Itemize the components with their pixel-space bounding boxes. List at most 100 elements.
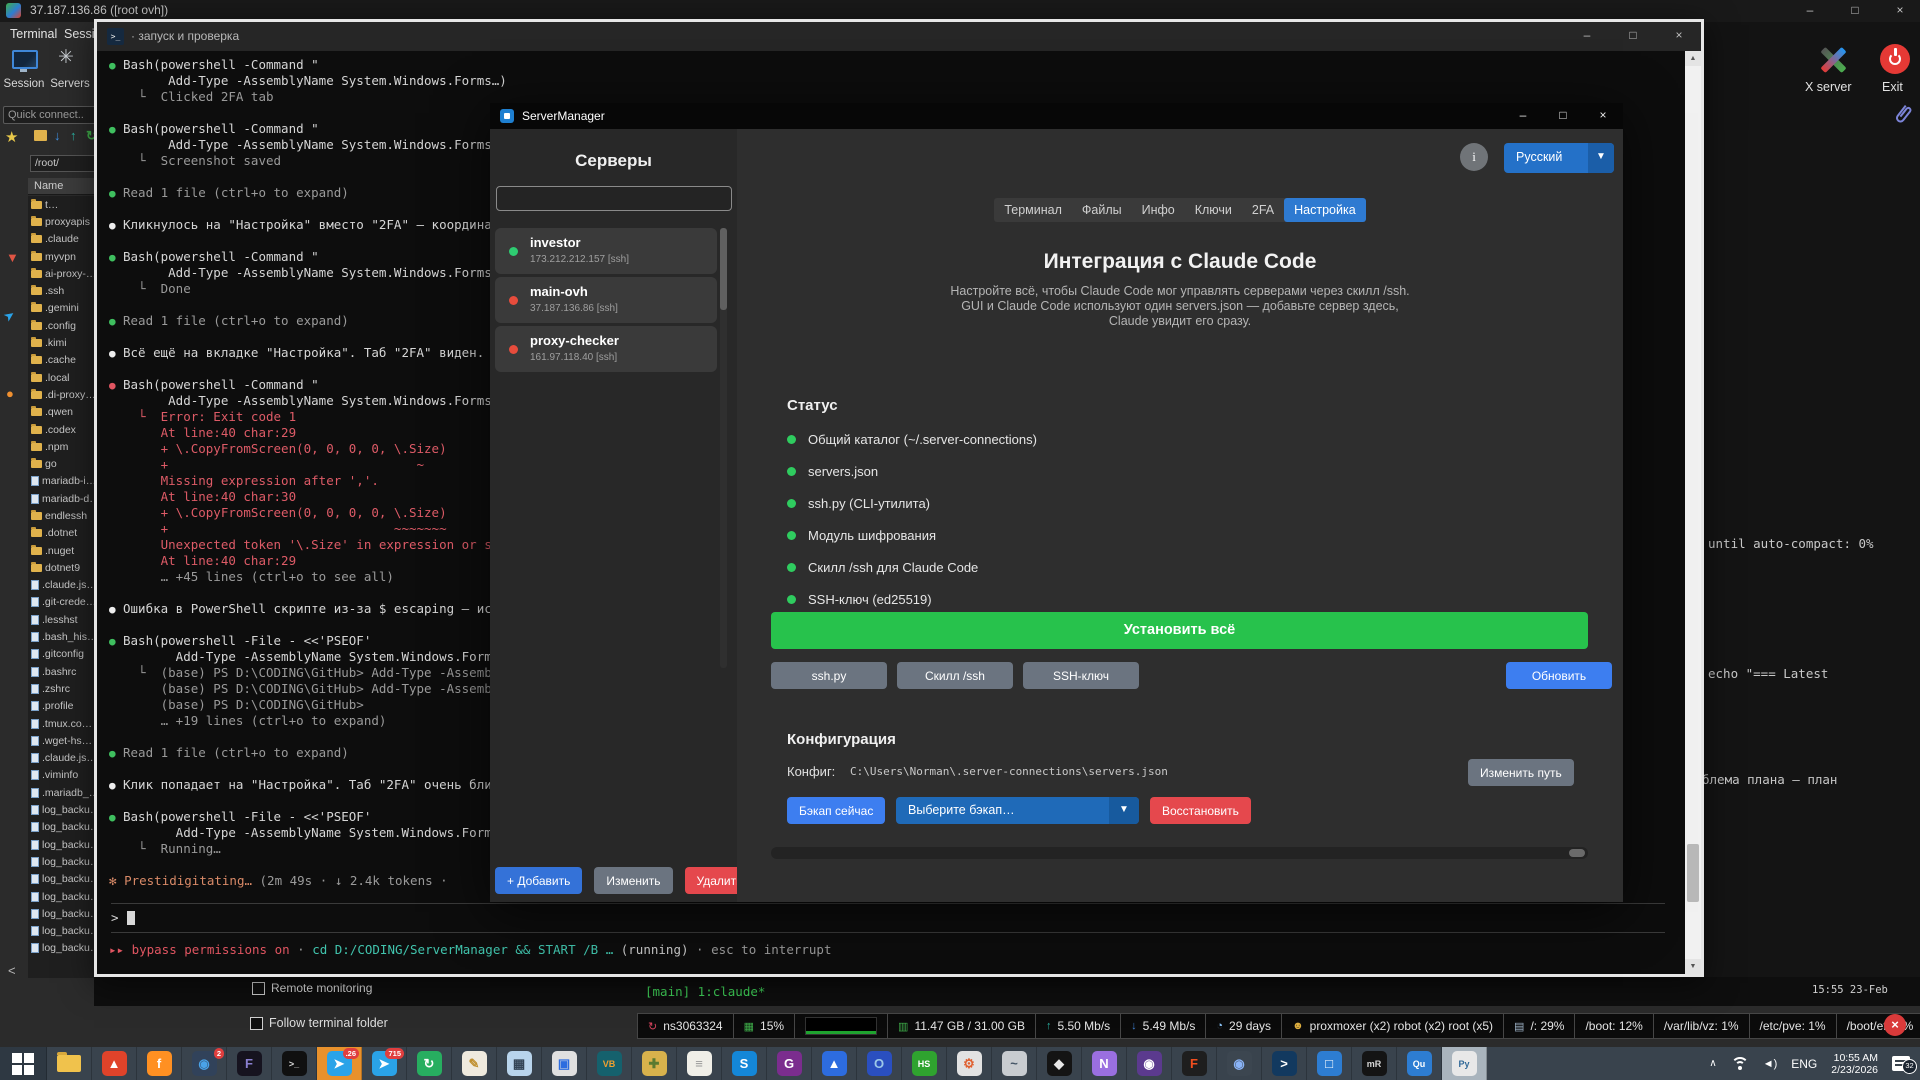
- info-icon[interactable]: i: [1460, 143, 1488, 171]
- tree-item[interactable]: mariadb-i…: [28, 473, 96, 490]
- sidebar-collapse-arrow[interactable]: <: [8, 963, 16, 978]
- taskbar-chromium[interactable]: ◉: [1217, 1047, 1262, 1080]
- tab-2fa[interactable]: 2FA: [1242, 198, 1284, 222]
- telegram-plane-icon[interactable]: ➤: [0, 306, 18, 325]
- taskbar-purple-g-app[interactable]: G: [767, 1047, 812, 1080]
- tree-item[interactable]: t…: [28, 196, 96, 213]
- tree-item[interactable]: .gitconfig: [28, 646, 96, 663]
- scroll-up-icon[interactable]: ▲: [1685, 51, 1701, 66]
- tree-item[interactable]: .gemini: [28, 300, 96, 317]
- backup-now-button[interactable]: Бэкап сейчас: [787, 797, 885, 824]
- wifi-icon[interactable]: [1731, 1057, 1749, 1070]
- tree-item[interactable]: log_backu…: [28, 819, 96, 836]
- tree-item[interactable]: .bashrc: [28, 663, 96, 680]
- taskbar-quick-utmo[interactable]: Qu: [1397, 1047, 1442, 1080]
- taskbar-mobaxterm[interactable]: mR: [1352, 1047, 1397, 1080]
- taskbar-photos[interactable]: ▲: [812, 1047, 857, 1080]
- taskbar-3d-tool[interactable]: ✚: [632, 1047, 677, 1080]
- tree-item[interactable]: endlessh: [28, 507, 96, 524]
- volume-icon[interactable]: ◄): [1763, 1058, 1778, 1070]
- tree-item[interactable]: go: [28, 455, 96, 472]
- taskbar-powershell[interactable]: >: [1262, 1047, 1307, 1080]
- taskbar-github[interactable]: ◉: [1127, 1047, 1172, 1080]
- taskbar-brave[interactable]: ▲: [92, 1047, 137, 1080]
- tree-column-header[interactable]: Name: [28, 178, 96, 195]
- tree-item[interactable]: .lesshst: [28, 611, 96, 628]
- x-server-button[interactable]: X server: [1805, 80, 1852, 94]
- server-card[interactable]: main-ovh37.187.136.86 [ssh]: [495, 277, 717, 323]
- taskbar-clock[interactable]: 10:55 AM2/23/2026: [1831, 1052, 1878, 1076]
- servers-icon[interactable]: ✳: [58, 46, 74, 69]
- tree-item[interactable]: .codex: [28, 421, 96, 438]
- tree-item[interactable]: .npm: [28, 438, 96, 455]
- taskbar-telegram[interactable]: ➤715: [362, 1047, 407, 1080]
- tree-item[interactable]: .claude: [28, 231, 96, 248]
- refresh-button[interactable]: Обновить: [1506, 662, 1612, 689]
- taskbar-hs-app[interactable]: HS: [902, 1047, 947, 1080]
- servers-button[interactable]: Servers: [48, 78, 92, 90]
- quick-connect-input[interactable]: Quick connect..: [3, 106, 96, 124]
- upload-icon[interactable]: ↑: [70, 128, 77, 143]
- taskbar-cube-app[interactable]: ◆: [1037, 1047, 1082, 1080]
- menu-terminal[interactable]: Terminal: [10, 27, 57, 41]
- path-input[interactable]: /root/: [30, 155, 96, 172]
- restore-button[interactable]: Восстановить: [1150, 797, 1251, 824]
- taskbar-fnky-game[interactable]: F: [227, 1047, 272, 1080]
- terminal-scrollbar[interactable]: ▲ ▼: [1685, 51, 1701, 974]
- tree-item[interactable]: log_backu…: [28, 836, 96, 853]
- favorites-star-icon[interactable]: ★: [5, 128, 18, 146]
- session-icon[interactable]: [12, 50, 38, 69]
- tree-item[interactable]: log_backu…: [28, 888, 96, 905]
- tab-инфо[interactable]: Инфо: [1132, 198, 1185, 222]
- close-button[interactable]: ×: [1880, 0, 1920, 22]
- server-card[interactable]: investor173.212.212.157 [ssh]: [495, 228, 717, 274]
- terminal-tab-title[interactable]: · запуск и проверка: [131, 29, 239, 43]
- menu-sessions[interactable]: Sessions: [64, 27, 96, 41]
- taskbar-python[interactable]: Py: [1442, 1047, 1487, 1080]
- taskbar-telegram-alert[interactable]: ➤.26: [317, 1047, 362, 1080]
- server-search-input[interactable]: [496, 186, 732, 211]
- taskbar-blue-frame-app[interactable]: ▣: [542, 1047, 587, 1080]
- taskbar-settings-app[interactable]: ⚙: [947, 1047, 992, 1080]
- taskbar-start[interactable]: [0, 1047, 47, 1080]
- tool-button[interactable]: Скилл /ssh: [897, 662, 1013, 689]
- terminal-maximize-button[interactable]: □: [1611, 22, 1655, 51]
- sm-maximize-button[interactable]: □: [1543, 103, 1583, 129]
- tree-item[interactable]: ai-proxy-…: [28, 265, 96, 282]
- tree-item[interactable]: .zshrc: [28, 680, 96, 697]
- tree-item[interactable]: mariadb-d…: [28, 490, 96, 507]
- server-card[interactable]: proxy-checker161.97.118.40 [ssh]: [495, 326, 717, 372]
- tray-expand-icon[interactable]: ∧: [1709, 1058, 1716, 1069]
- tree-item[interactable]: .qwen: [28, 404, 96, 421]
- tab-ключи[interactable]: Ключи: [1185, 198, 1242, 222]
- scrollbar-thumb[interactable]: [1687, 844, 1699, 902]
- tree-item[interactable]: log_backu…: [28, 940, 96, 957]
- tree-item[interactable]: proxyapis: [28, 213, 96, 230]
- tree-item[interactable]: .kimi: [28, 334, 96, 351]
- exit-button[interactable]: Exit: [1882, 80, 1903, 94]
- tree-item[interactable]: .claude.js…: [28, 577, 96, 594]
- horizontal-scrollbar[interactable]: [771, 847, 1588, 859]
- tree-item[interactable]: .ssh: [28, 282, 96, 299]
- taskbar-blue-octopus-app[interactable]: O: [857, 1047, 902, 1080]
- monitoring-close-icon[interactable]: ×: [1884, 1014, 1906, 1036]
- tree-item[interactable]: log_backu…: [28, 922, 96, 939]
- add-server-button[interactable]: + Добавить: [495, 867, 582, 894]
- language-select[interactable]: Русский ▼: [1504, 143, 1614, 173]
- tree-item[interactable]: .wget-hs…: [28, 732, 96, 749]
- scroll-down-icon[interactable]: ▼: [1685, 959, 1701, 974]
- tree-item[interactable]: log_backu…: [28, 871, 96, 888]
- tree-item[interactable]: log_backu…: [28, 801, 96, 818]
- tree-item[interactable]: .cache: [28, 352, 96, 369]
- download-icon[interactable]: ↓: [54, 128, 61, 143]
- rail-orange-icon[interactable]: ●: [6, 386, 14, 401]
- tree-item[interactable]: .config: [28, 317, 96, 334]
- tab-файлы[interactable]: Файлы: [1072, 198, 1132, 222]
- exit-icon[interactable]: [1880, 44, 1910, 74]
- tree-item[interactable]: log_backu…: [28, 905, 96, 922]
- change-path-button[interactable]: Изменить путь: [1468, 759, 1574, 786]
- minimize-button[interactable]: –: [1790, 0, 1830, 22]
- tree-item[interactable]: .git-crede…: [28, 594, 96, 611]
- x-server-icon[interactable]: [1816, 45, 1850, 75]
- terminal-close-button[interactable]: ×: [1657, 22, 1701, 51]
